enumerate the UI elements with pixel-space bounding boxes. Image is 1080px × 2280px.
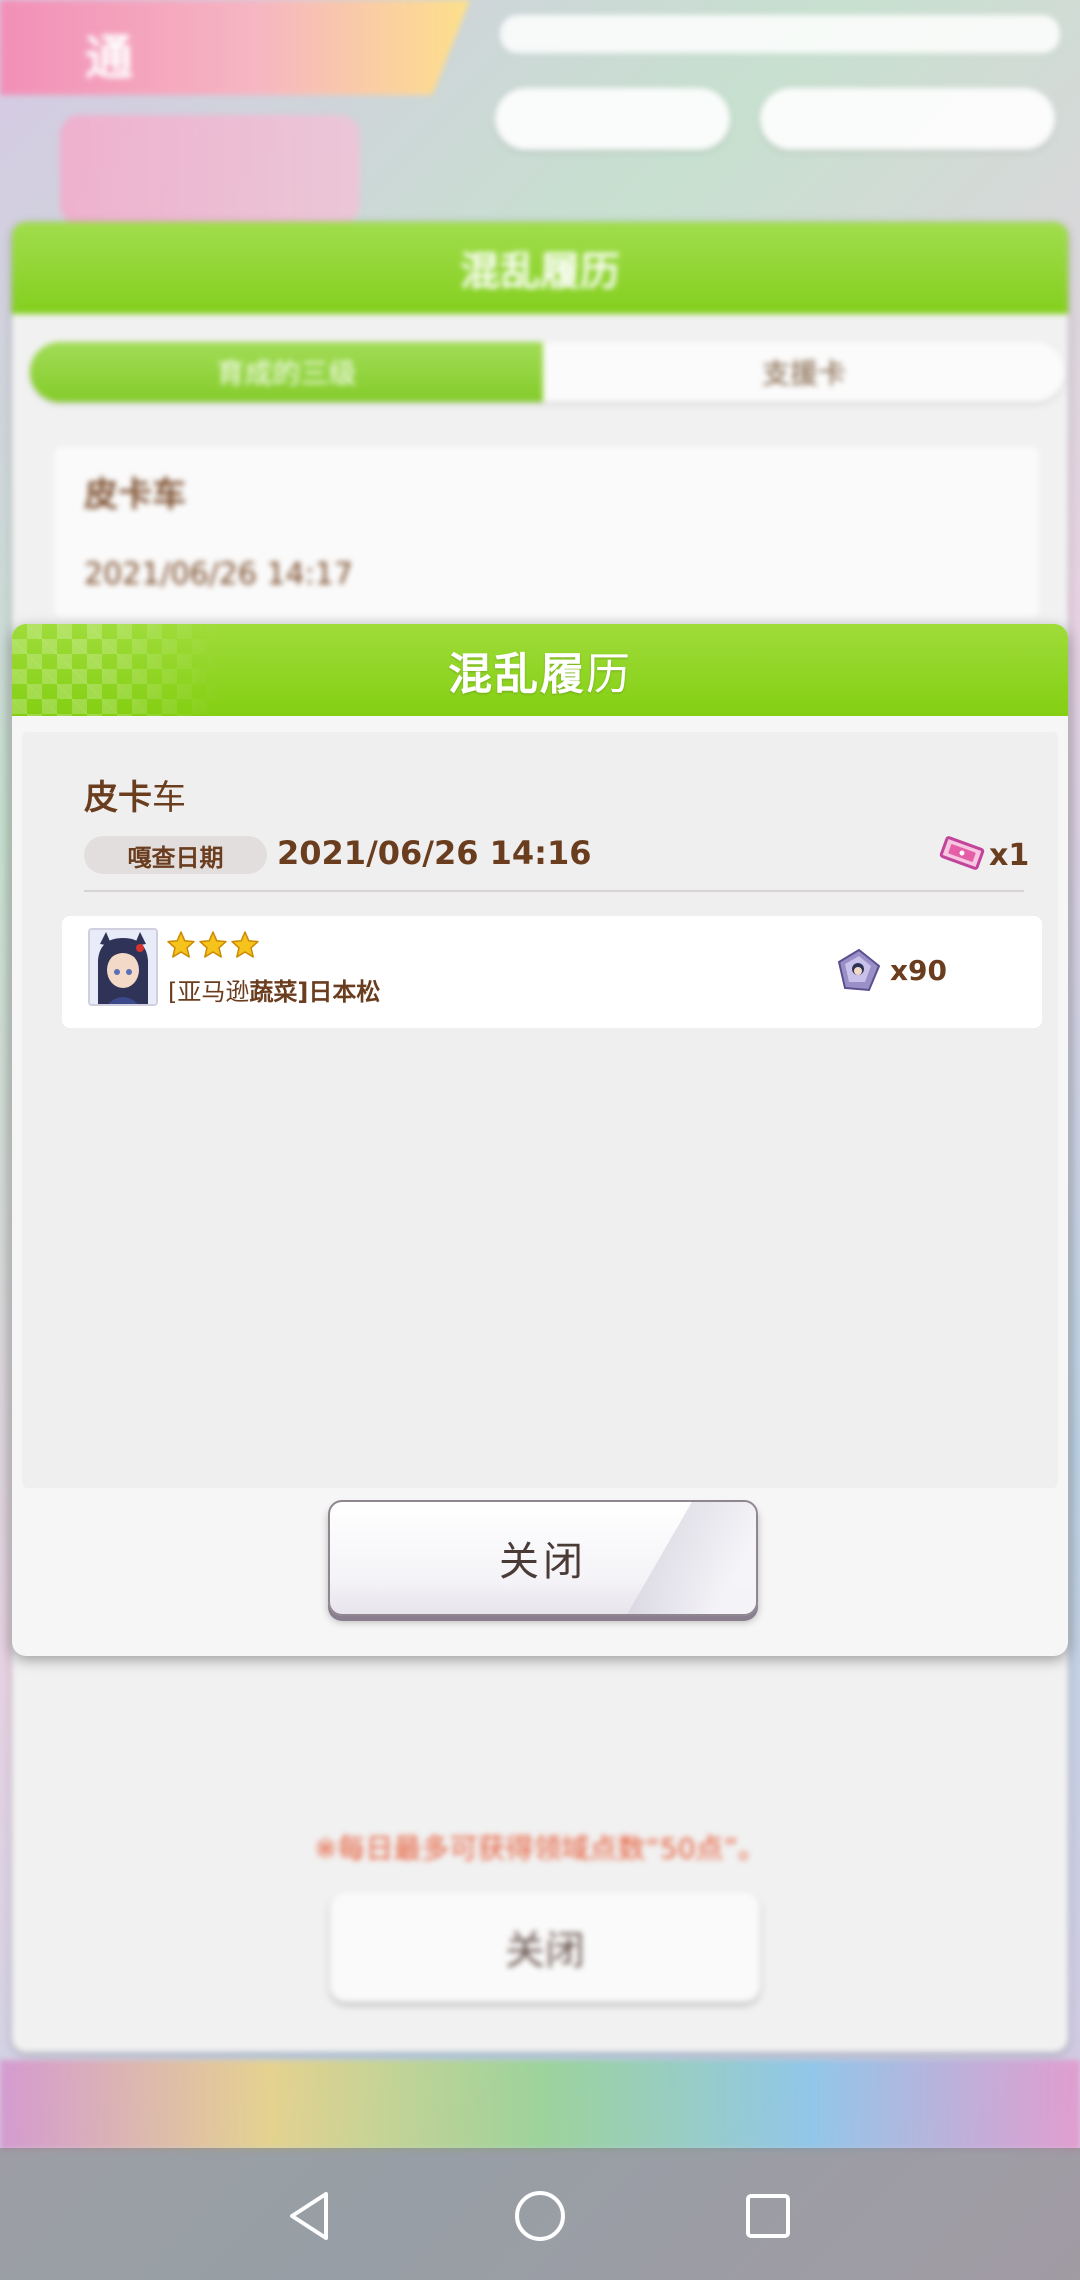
item-name: [亚马逊蔬菜]日本松 [168,972,380,1007]
item-count: x90 [890,954,948,987]
background-panel-title: 混乱履历 [12,222,1068,314]
nav-back-button[interactable] [280,2186,340,2246]
home-circle-icon [510,2191,570,2250]
background-tabs: 育成的三级 支援卡 [30,342,1065,402]
record-divider [84,890,1024,892]
date-label-badge: 嘎查日期 [84,836,267,874]
record-name-bold: 皮卡 [84,778,152,818]
background-card-date: 2021/06/26 14:17 [84,557,353,592]
item-name-suffix: ]日本松 [297,978,381,1006]
item-name-mid: 蔬菜 [249,978,298,1006]
record-date-row: 嘎查日期 2021/06/26 14:16 x1 [84,832,1029,878]
background-pill-button [760,88,1055,150]
dialog-header: 混乱履历 [12,624,1068,716]
background-top-banner: 通 [0,0,470,95]
background-status-bar [500,15,1060,53]
dialog-title: 混乱履历 [448,638,632,702]
ticket-icon [939,836,985,874]
record-name: 皮卡车 [84,770,186,819]
background-history-card: 皮卡车 2021/06/26 14:17 [54,447,1039,617]
result-item-row: [亚马逊蔬菜]日本松 x90 [62,916,1042,1028]
dialog-body[interactable]: 皮卡车 嘎查日期 2021/06/26 14:16 x1 [亚马逊蔬菜]日本松 … [22,732,1058,1488]
close-button-label: 关闭 [499,1539,587,1585]
star-icon [166,930,196,964]
background-event-logo [60,115,360,225]
system-navigation-bar [0,2148,1080,2280]
nav-recents-button[interactable] [738,2186,798,2246]
nav-home-button[interactable] [510,2186,570,2246]
record-name-light: 车 [152,778,186,818]
star-icon [230,930,260,964]
character-shard-icon [837,948,881,996]
recents-square-icon [738,2194,798,2250]
background-note: ※每日最多可获得领域点数“50点”。 [313,1832,767,1865]
close-button[interactable]: 关闭 [328,1500,758,1616]
character-avatar [88,928,158,1006]
background-card-name: 皮卡车 [84,475,186,515]
background-tab-active: 育成的三级 [30,342,543,402]
rarity-stars [166,930,260,964]
background-pill-button [495,88,730,150]
dialog-title-bold: 混乱履 [448,649,586,700]
gacha-history-dialog: 混乱履历 皮卡车 嘎查日期 2021/06/26 14:16 x1 [亚马逊蔬菜… [12,624,1068,1656]
dialog-title-light: 历 [586,649,632,700]
date-value: 2021/06/26 14:16 [277,834,592,872]
background-close-button: 关闭 [330,1892,760,2002]
item-name-prefix: [亚马逊 [168,978,250,1006]
background-top-label: 通 [85,30,134,86]
background-bottom-strip [0,2060,1080,2150]
header-pattern [12,624,222,716]
ticket-count: x1 [989,838,1030,873]
star-icon [198,930,228,964]
background-tab: 支援卡 [761,357,846,390]
back-triangle-icon [280,2192,340,2250]
